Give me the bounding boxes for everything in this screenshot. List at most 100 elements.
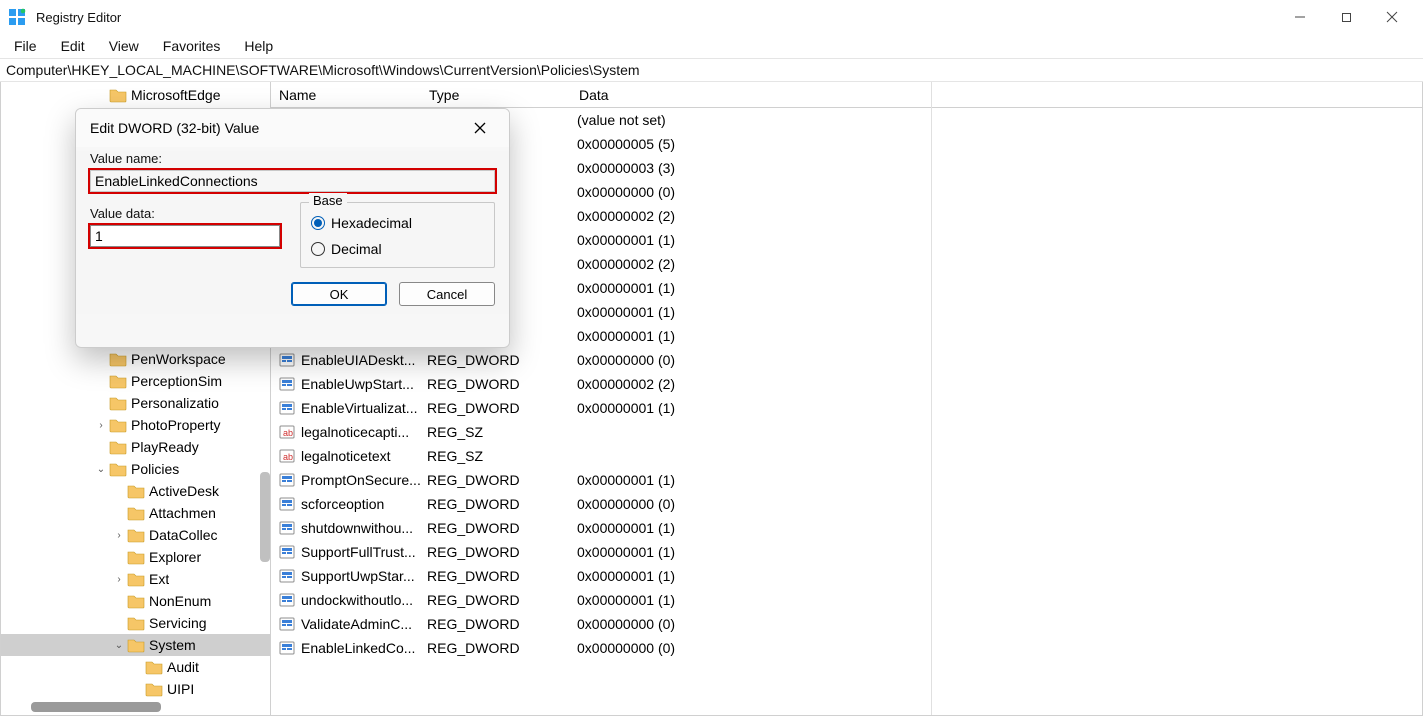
tree-item-attachmen[interactable]: Attachmen	[1, 502, 270, 524]
menu-favorites[interactable]: Favorites	[153, 36, 231, 56]
menu-edit[interactable]: Edit	[51, 36, 95, 56]
tree-item-label: Attachmen	[149, 505, 216, 521]
value-data: 0x00000001 (1)	[577, 232, 1422, 248]
dialog-close-button[interactable]	[465, 113, 495, 143]
menu-file[interactable]: File	[4, 36, 47, 56]
tree-item-personalizatio[interactable]: Personalizatio	[1, 392, 270, 414]
value-data: 0x00000001 (1)	[577, 568, 1422, 584]
folder-icon	[127, 593, 145, 609]
tree-item-ext[interactable]: ›Ext	[1, 568, 270, 590]
value-name: legalnoticecapti...	[301, 424, 427, 440]
ok-button[interactable]: OK	[291, 282, 387, 306]
expand-icon[interactable]: ›	[113, 530, 125, 541]
cancel-button[interactable]: Cancel	[399, 282, 495, 306]
tree-horizontal-scrollbar[interactable]	[31, 702, 161, 712]
window-close-button[interactable]	[1369, 0, 1415, 34]
value-name: SupportUwpStar...	[301, 568, 427, 584]
tree-item-datacollec[interactable]: › DataCollec	[1, 524, 270, 546]
tree-item-audit[interactable]: Audit	[1, 656, 270, 678]
tree-item-label: System	[149, 637, 196, 653]
folder-icon	[145, 659, 163, 675]
value-row[interactable]: SupportUwpStar...REG_DWORD0x00000001 (1)	[271, 564, 1422, 588]
tree-item-nonenum[interactable]: NonEnum	[1, 590, 270, 612]
value-row[interactable]: EnableUIADeskt...REG_DWORD0x00000000 (0)	[271, 348, 1422, 372]
value-row[interactable]: shutdownwithou...REG_DWORD0x00000001 (1)	[271, 516, 1422, 540]
value-row[interactable]: SupportFullTrust...REG_DWORD0x00000001 (…	[271, 540, 1422, 564]
tree-item-policies[interactable]: ⌄ Policies	[1, 458, 270, 480]
value-name: shutdownwithou...	[301, 520, 427, 536]
tree-item-activedesk[interactable]: ActiveDesk	[1, 480, 270, 502]
value-data: 0x00000000 (0)	[577, 352, 1422, 368]
folder-icon	[145, 681, 163, 697]
reg-dword-icon	[279, 496, 295, 512]
tree-item-system[interactable]: ⌄ System	[1, 634, 270, 656]
value-row[interactable]: legalnoticecapti...REG_SZ	[271, 420, 1422, 444]
folder-icon	[109, 395, 127, 411]
tree-item-label: Policies	[131, 461, 179, 477]
value-row[interactable]: ValidateAdminC...REG_DWORD0x00000000 (0)	[271, 612, 1422, 636]
expand-icon[interactable]: ⌄	[113, 640, 125, 651]
address-bar[interactable]: Computer\HKEY_LOCAL_MACHINE\SOFTWARE\Mic…	[0, 58, 1423, 82]
value-row[interactable]: EnableVirtualizat...REG_DWORD0x00000001 …	[271, 396, 1422, 420]
reg-dword-icon	[279, 400, 295, 416]
values-header: Name Type Data	[271, 82, 1422, 108]
tree-item-servicing[interactable]: Servicing	[1, 612, 270, 634]
value-name: EnableLinkedCo...	[301, 640, 427, 656]
expand-icon[interactable]: ›	[95, 420, 107, 431]
tree-vertical-scrollbar[interactable]	[260, 472, 270, 562]
folder-icon	[127, 637, 145, 653]
value-row[interactable]: EnableLinkedCo...REG_DWORD0x00000000 (0)	[271, 636, 1422, 660]
menu-view[interactable]: View	[99, 36, 149, 56]
reg-dword-icon	[279, 376, 295, 392]
tree-item-perceptionsim[interactable]: PerceptionSim	[1, 370, 270, 392]
radio-decimal[interactable]: Decimal	[311, 241, 484, 257]
tree-item-uipi[interactable]: UIPI	[1, 678, 270, 700]
value-row[interactable]: EnableUwpStart...REG_DWORD0x00000002 (2)	[271, 372, 1422, 396]
window-minimize-button[interactable]	[1277, 0, 1323, 34]
tree-item-microsoftedge[interactable]: MicrosoftEdge	[1, 84, 270, 106]
menubar: File Edit View Favorites Help	[0, 34, 1423, 58]
value-data-field[interactable]	[90, 225, 280, 247]
window-title: Registry Editor	[36, 10, 1277, 25]
value-data: 0x00000002 (2)	[577, 376, 1422, 392]
value-row[interactable]: legalnoticetextREG_SZ	[271, 444, 1422, 468]
expand-icon[interactable]: ⌄	[95, 464, 107, 475]
folder-icon	[109, 417, 127, 433]
value-row[interactable]: undockwithoutlo...REG_DWORD0x00000001 (1…	[271, 588, 1422, 612]
tree-item-label: DataCollec	[149, 527, 217, 543]
tree-item-label: NonEnum	[149, 593, 211, 609]
column-data[interactable]: Data	[571, 87, 1422, 103]
window-titlebar: Registry Editor	[0, 0, 1423, 34]
tree-item-playready[interactable]: PlayReady	[1, 436, 270, 458]
reg-dword-icon	[279, 568, 295, 584]
tree-item-label: Audit	[167, 659, 199, 675]
value-data: (value not set)	[577, 112, 1422, 128]
reg-dword-icon	[279, 592, 295, 608]
tree-item-penworkspace[interactable]: PenWorkspace	[1, 348, 270, 370]
close-icon	[1386, 11, 1398, 23]
column-name[interactable]: Name	[271, 87, 421, 103]
column-type[interactable]: Type	[421, 87, 571, 103]
value-name: PromptOnSecure...	[301, 472, 427, 488]
folder-icon	[109, 87, 127, 103]
window-maximize-button[interactable]	[1323, 0, 1369, 34]
reg-dword-icon	[279, 544, 295, 560]
value-name: ValidateAdminC...	[301, 616, 427, 632]
dialog-titlebar[interactable]: Edit DWORD (32-bit) Value	[76, 109, 509, 147]
value-name-field[interactable]	[90, 170, 495, 192]
value-type: REG_DWORD	[427, 472, 577, 488]
folder-icon	[127, 549, 145, 565]
value-row[interactable]: scforceoptionREG_DWORD0x00000000 (0)	[271, 492, 1422, 516]
column-divider[interactable]	[931, 82, 932, 715]
value-data: 0x00000001 (1)	[577, 472, 1422, 488]
value-name: EnableUIADeskt...	[301, 352, 427, 368]
expand-icon[interactable]: ›	[113, 574, 125, 585]
menu-help[interactable]: Help	[234, 36, 283, 56]
value-row[interactable]: PromptOnSecure...REG_DWORD0x00000001 (1)	[271, 468, 1422, 492]
tree-item-explorer[interactable]: Explorer	[1, 546, 270, 568]
value-type: REG_DWORD	[427, 520, 577, 536]
tree-item-photoproperty[interactable]: ›PhotoProperty	[1, 414, 270, 436]
radio-hexadecimal[interactable]: Hexadecimal	[311, 215, 484, 231]
dialog-title: Edit DWORD (32-bit) Value	[90, 120, 465, 136]
close-icon	[473, 121, 487, 135]
